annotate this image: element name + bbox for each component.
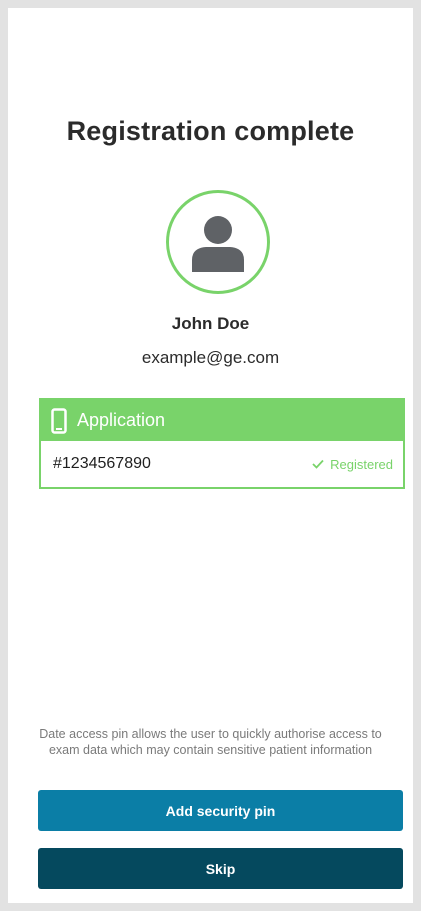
add-security-pin-button[interactable]: Add security pin <box>38 790 403 831</box>
status-label: Registered <box>330 456 393 472</box>
check-icon <box>312 459 324 469</box>
mobile-phone-icon <box>51 407 67 434</box>
user-silhouette-icon <box>192 216 244 272</box>
page-title: Registration complete <box>66 116 355 146</box>
application-title: Application <box>77 410 166 430</box>
application-id: #1234567890 <box>53 455 151 472</box>
avatar <box>166 190 270 294</box>
application-row: #1234567890 Registered <box>41 441 403 487</box>
skip-button[interactable]: Skip <box>38 848 403 889</box>
security-pin-info: Date access pin allows the user to quick… <box>39 727 382 757</box>
registration-screen: Registration complete John Doe example@g… <box>8 8 413 903</box>
user-name: John Doe <box>171 314 250 333</box>
user-email: example@ge.com <box>141 348 280 367</box>
application-card-header: Application <box>41 400 403 441</box>
status-badge: Registered <box>312 457 393 472</box>
application-card: Application #1234567890 Registered <box>39 398 405 489</box>
